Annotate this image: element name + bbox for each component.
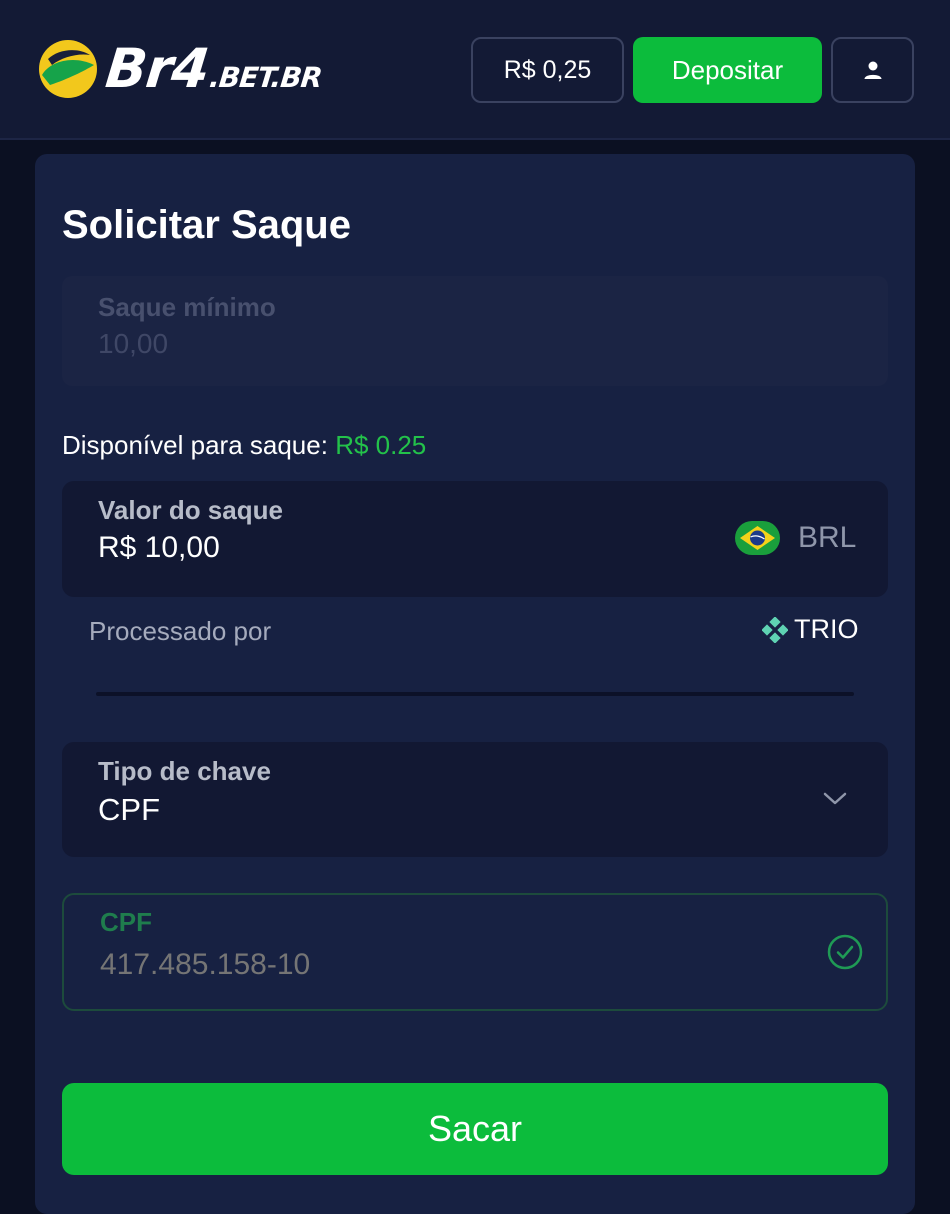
logo-wordmark: Br4 .BET.BR	[102, 37, 325, 100]
logo-main-text: Br4	[102, 37, 212, 100]
balance-button[interactable]: R$ 0,25	[471, 37, 624, 103]
deposit-button[interactable]: Depositar	[633, 37, 822, 103]
withdraw-submit-button[interactable]: Sacar	[62, 1083, 888, 1175]
processed-by-label: Processado por	[89, 616, 272, 646]
brazil-flag-icon	[735, 521, 780, 555]
user-icon	[864, 61, 881, 79]
cpf-input[interactable]	[100, 945, 800, 985]
minimum-withdraw-value: 10,00	[98, 328, 169, 359]
payment-provider: TRIO	[762, 614, 859, 645]
user-menu-button[interactable]	[831, 37, 914, 103]
withdraw-amount-label: Valor do saque	[98, 495, 283, 525]
key-type-value: CPF	[98, 792, 160, 827]
chevron-down-icon	[823, 792, 847, 805]
available-label: Disponível para saque:	[62, 430, 328, 460]
withdraw-amount-value[interactable]: R$ 10,00	[98, 531, 220, 565]
key-type-select[interactable]: Tipo de chave CPF	[62, 742, 888, 857]
trio-logo-icon	[762, 616, 788, 643]
section-divider	[96, 692, 854, 696]
available-amount: R$ 0.25	[335, 430, 427, 460]
brand-logo[interactable]: Br4 .BET.BR	[38, 36, 325, 102]
logo-ball-icon	[39, 40, 97, 98]
payment-provider-name: TRIO	[794, 614, 859, 644]
logo-sub-text: .BET.BR	[207, 61, 324, 94]
withdraw-amount-field[interactable]: Valor do saque R$ 10,00 BRL	[62, 481, 888, 597]
available-balance: Disponível para saque: R$ 0.25	[62, 430, 426, 461]
top-header: Br4 .BET.BR R$ 0,25 Depositar	[0, 0, 950, 140]
minimum-withdraw-field: Saque mínimo 10,00	[62, 276, 888, 386]
page-title: Solicitar Saque	[62, 203, 351, 247]
currency-code: BRL	[798, 521, 857, 554]
cpf-field[interactable]: CPF	[62, 893, 888, 1011]
check-circle-icon	[827, 934, 863, 970]
minimum-withdraw-label: Saque mínimo	[98, 292, 276, 322]
cpf-label: CPF	[100, 907, 152, 937]
key-type-label: Tipo de chave	[98, 756, 271, 786]
